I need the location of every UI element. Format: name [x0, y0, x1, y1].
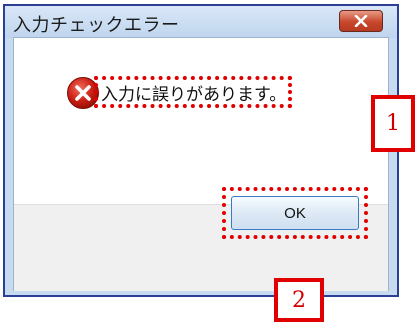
message-highlight: 入力に誤りがあります。	[94, 76, 292, 108]
callout-label-2: 2	[274, 278, 324, 322]
ok-button[interactable]: OK	[231, 196, 359, 230]
dialog-title: 入力チェックエラー	[13, 15, 180, 36]
close-button[interactable]	[339, 10, 383, 32]
dialog-titlebar[interactable]: 入力チェックエラー	[5, 6, 397, 38]
ok-button-highlight: OK	[222, 187, 368, 239]
close-icon	[354, 15, 368, 27]
callout-label-1: 1	[371, 95, 415, 152]
error-message: 入力に誤りがあります。	[101, 84, 287, 105]
error-dialog: 入力チェックエラー	[3, 4, 399, 297]
